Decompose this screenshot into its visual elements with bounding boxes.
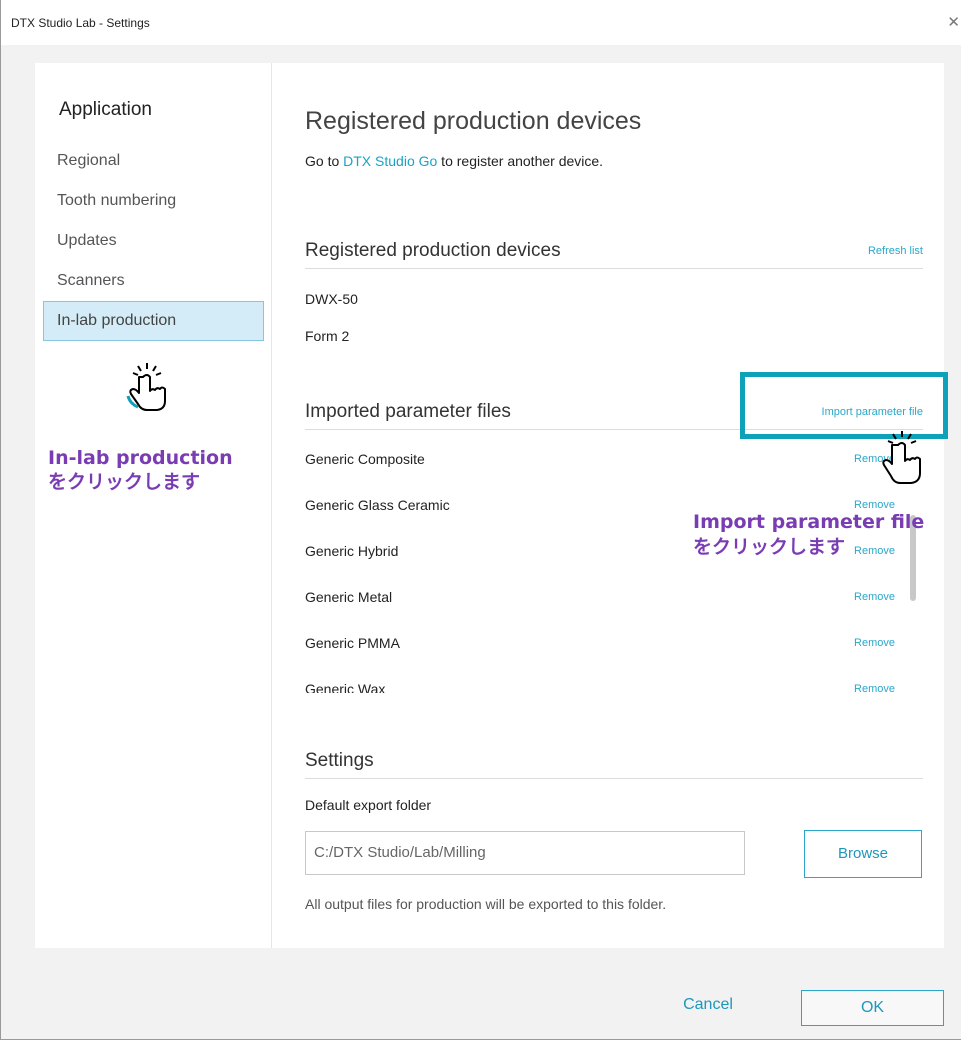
devices-section-heading: Registered production devices: [305, 240, 561, 261]
left-annotation-line1: In-lab production: [48, 447, 233, 469]
page-title: Registered production devices: [305, 107, 642, 135]
page-subtitle: Go to DTX Studio Go to register another …: [305, 153, 603, 169]
right-annotation-line2: をクリックします: [693, 536, 846, 558]
parameter-file-list: Generic Composite Remove Generic Glass C…: [305, 443, 923, 693]
browse-button[interactable]: Browse: [804, 830, 922, 878]
file-name: Generic Glass Ceramic: [305, 497, 450, 513]
sidebar-heading: Application: [59, 99, 152, 120]
close-icon[interactable]: ✕: [947, 13, 960, 31]
left-annotation-line2: をクリックします: [48, 471, 201, 493]
devices-section-header: Registered production devices Refresh li…: [305, 233, 923, 269]
sidebar-item-regional[interactable]: Regional: [43, 141, 264, 181]
pointer-hand-icon: [126, 363, 166, 411]
subtitle-prefix: Go to: [305, 153, 344, 169]
device-item: DWX-50: [305, 291, 358, 307]
sidebar-item-scanners[interactable]: Scanners: [43, 261, 264, 301]
subtitle-suffix: to register another device.: [437, 153, 604, 169]
sidebar-item-tooth-numbering[interactable]: Tooth numbering: [43, 181, 264, 221]
export-folder-note: All output files for production will be …: [305, 896, 667, 912]
title-bar: DTX Studio Lab - Settings ✕: [1, 0, 961, 45]
dtx-studio-go-link[interactable]: DTX Studio Go: [343, 153, 437, 169]
list-item: Generic Composite Remove: [305, 443, 895, 489]
right-annotation-line1: Import parameter file: [693, 511, 925, 533]
sidebar-item-updates[interactable]: Updates: [43, 221, 264, 261]
export-folder-label: Default export folder: [305, 797, 432, 813]
device-item: Form 2: [305, 328, 350, 344]
settings-panel: Application Regional Tooth numbering Upd…: [35, 63, 944, 948]
params-section-heading: Imported parameter files: [305, 401, 511, 422]
ok-button[interactable]: OK: [801, 990, 944, 1026]
pointer-hand-icon: [882, 431, 921, 484]
content-area: Registered production devices Go to DTX …: [272, 63, 944, 948]
export-folder-field[interactable]: C:/DTX Studio/Lab/Milling: [305, 831, 745, 875]
settings-section-heading: Settings: [305, 750, 374, 771]
refresh-list-link[interactable]: Refresh list: [868, 245, 923, 257]
file-name: Generic Wax: [305, 681, 386, 693]
file-name: Generic Hybrid: [305, 543, 399, 559]
list-item: Generic Metal Remove: [305, 581, 895, 627]
file-name: Generic Composite: [305, 451, 425, 467]
sidebar: Application Regional Tooth numbering Upd…: [35, 63, 272, 948]
remove-link[interactable]: Remove: [854, 591, 895, 603]
window-title: DTX Studio Lab - Settings: [11, 16, 150, 30]
file-name: Generic PMMA: [305, 635, 400, 651]
remove-link[interactable]: Remove: [854, 683, 895, 693]
cancel-button[interactable]: Cancel: [671, 996, 745, 1020]
remove-link[interactable]: Remove: [854, 545, 895, 557]
remove-link[interactable]: Remove: [854, 637, 895, 649]
file-name: Generic Metal: [305, 589, 393, 605]
list-item: Generic Wax Remove: [305, 673, 895, 693]
sidebar-item-in-lab-production[interactable]: In-lab production: [43, 301, 264, 341]
settings-section-header: Settings: [305, 743, 923, 779]
list-item: Generic PMMA Remove: [305, 627, 895, 673]
